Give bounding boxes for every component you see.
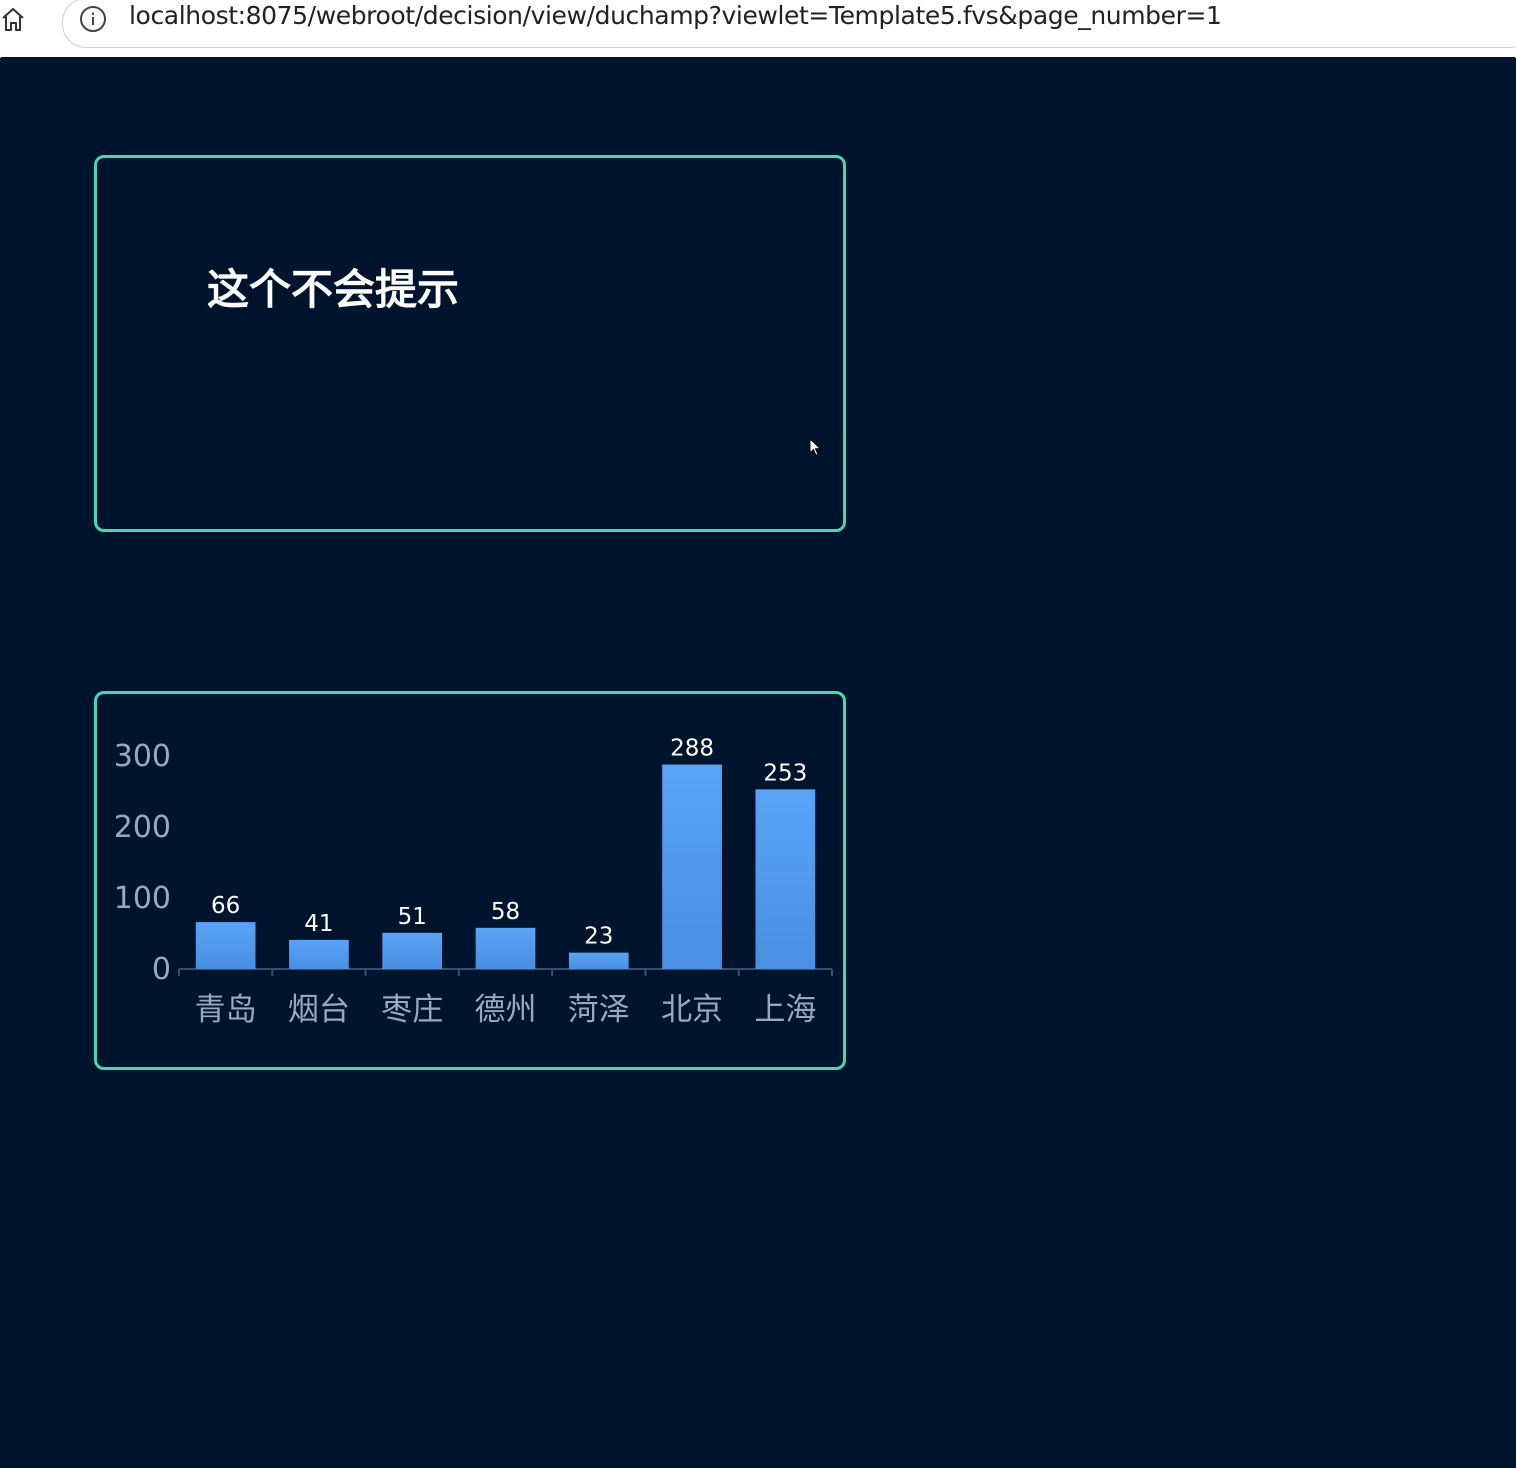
bar-data-label: 288 <box>670 736 714 762</box>
bar[interactable] <box>662 764 722 969</box>
bar[interactable] <box>755 789 816 969</box>
bar-chart-panel: 0 100 200 300 66 41 51 58 23 288 253 青岛 烟台 枣庄 德州 菏泽 北京… <box>94 691 846 1070</box>
y-tick-label: 100 <box>114 881 171 916</box>
bar[interactable] <box>568 952 629 969</box>
y-tick-label: 300 <box>114 739 171 774</box>
x-category-label: 德州 <box>475 992 537 1028</box>
x-axis-ticks <box>178 969 833 976</box>
y-tick-label: 0 <box>152 952 171 987</box>
x-category-label: 上海 <box>754 992 816 1028</box>
browser-toolbar: localhost:8075/webroot/decision/view/duc… <box>0 0 1516 58</box>
x-category-label: 菏泽 <box>568 992 630 1028</box>
bar[interactable] <box>475 927 536 969</box>
info-icon[interactable] <box>79 5 107 33</box>
home-icon[interactable] <box>0 4 30 34</box>
bar-series <box>195 764 816 969</box>
tip-text: 这个不会提示 <box>207 265 460 314</box>
bar-data-label: 253 <box>763 760 807 786</box>
bar-chart: 0 100 200 300 66 41 51 58 23 288 253 青岛 烟台 枣庄 德州 菏泽 北京… <box>114 736 833 1028</box>
y-axis: 0 100 200 300 <box>114 739 171 987</box>
bar-data-label: 51 <box>398 904 427 930</box>
dashboard-canvas: 这个不会提示 0 100 200 300 66 41 51 58 23 288 253 青岛 烟台枣… <box>1 57 1515 1467</box>
x-category-label: 烟台 <box>288 992 350 1028</box>
y-tick-label: 200 <box>114 810 171 845</box>
x-category-label: 枣庄 <box>381 992 443 1028</box>
bar[interactable] <box>195 922 256 969</box>
bar[interactable] <box>382 932 443 969</box>
x-axis: 青岛 烟台 枣庄 德州 菏泽 北京 上海 <box>195 992 817 1028</box>
x-category-label: 青岛 <box>195 992 257 1028</box>
bar-data-label: 66 <box>211 893 240 919</box>
address-bar[interactable]: localhost:8075/webroot/decision/view/duc… <box>62 0 1516 48</box>
bar-data-label: 41 <box>304 911 333 937</box>
bar[interactable] <box>289 939 349 969</box>
mouse-cursor-icon <box>809 438 822 457</box>
tip-text-panel: 这个不会提示 <box>94 155 846 532</box>
url-text[interactable]: localhost:8075/webroot/decision/view/duc… <box>129 1 1222 30</box>
bar-data-label: 23 <box>584 924 613 950</box>
bar-data-label: 58 <box>491 899 520 925</box>
x-category-label: 北京 <box>661 992 723 1028</box>
